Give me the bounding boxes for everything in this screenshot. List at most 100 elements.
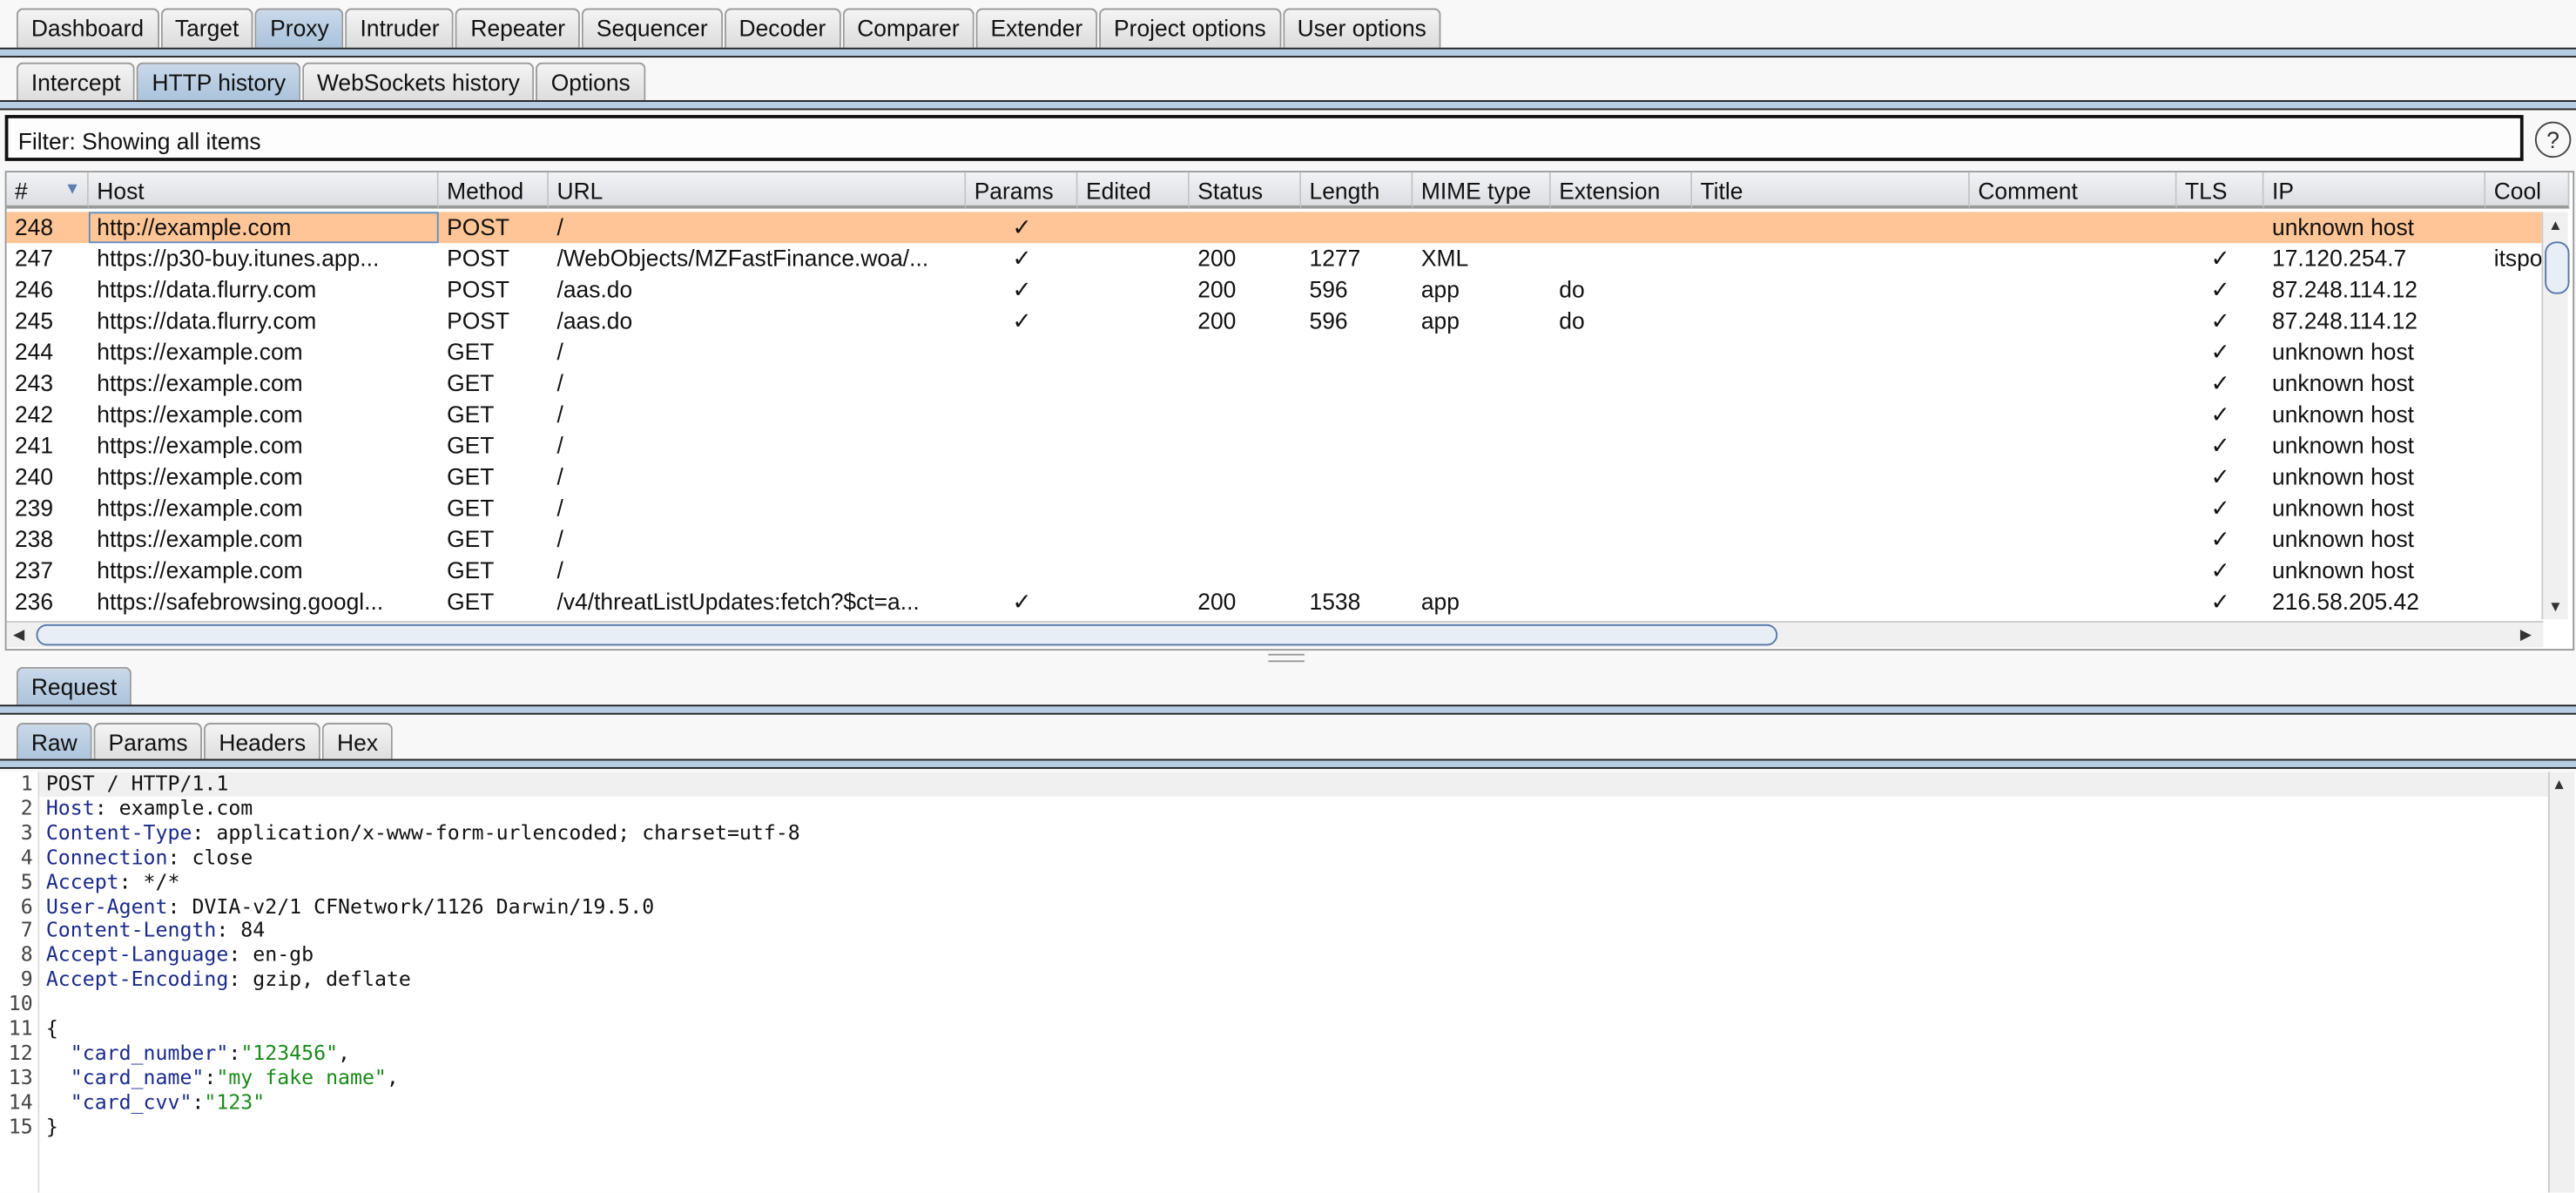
table-row[interactable]: 243 https://example.com GET / ✓ unknown host <box>7 368 2544 400</box>
table-row[interactable]: 247 https://p30-buy.itunes.app... POST/Web… <box>7 243 2544 274</box>
table-row[interactable]: 248 http://example.com POST / ✓ unknown host <box>6 212 2544 244</box>
tab-websockets-history[interactable]: WebSockets history <box>301 62 535 102</box>
column-header-label: # <box>14 177 28 204</box>
column-header[interactable]: IP <box>2263 172 2486 209</box>
column-header[interactable]: Host <box>88 172 439 209</box>
tab-headers[interactable]: Headers <box>204 723 321 763</box>
table-row[interactable]: 242 https://example.com GET / ✓ unknown host <box>7 399 2544 430</box>
table-cell: 237 <box>14 556 54 583</box>
table-row[interactable]: 239 https://example.com GET / ✓ unknown host <box>7 493 2544 524</box>
table-cell <box>1551 493 1692 524</box>
table-cell <box>1970 212 2177 243</box>
column-header[interactable]: Length <box>1301 172 1413 209</box>
tab-params[interactable]: Params <box>93 723 203 763</box>
tab-request[interactable]: Request <box>16 666 132 707</box>
sort-descending-arrow-icon[interactable]: ▼ <box>64 172 81 206</box>
tab-http-history[interactable]: HTTP history <box>137 62 301 102</box>
scrollbar-thumb[interactable] <box>2545 241 2570 294</box>
request-editor[interactable]: 1 POST / HTTP/1.1 2 Host: example.com 3 Conte… <box>0 772 2576 1193</box>
table-row[interactable]: 246 https://data.flurry.com POST/aas.do ✓ 20… <box>7 274 2544 306</box>
table-row[interactable]: 244 https://example.com GET / ✓ unknown host <box>7 337 2544 368</box>
table-cell <box>1190 212 1301 243</box>
split-pane-handle[interactable] <box>1268 653 1305 663</box>
json-value: "123456" <box>240 1041 339 1065</box>
table-cell: 241 <box>14 432 54 459</box>
table-cell <box>1301 399 1413 430</box>
table-row[interactable]: 240 https://example.com GET / ✓ unknown host <box>7 462 2544 493</box>
table-cell <box>1970 274 2177 306</box>
tab-dashboard[interactable]: Dashboard <box>16 8 159 48</box>
scroll-left-arrow-icon[interactable]: ◀ <box>13 626 24 644</box>
scrollbar-thumb[interactable] <box>36 623 1778 646</box>
vertical-scrollbar[interactable]: ▲ ▼ <box>2541 212 2570 620</box>
table-row[interactable]: 245 https://data.flurry.com POST/aas.do ✓ 20… <box>7 306 2544 337</box>
table-cell: http://example.com <box>88 212 439 244</box>
table-cell <box>1078 586 1190 617</box>
tab-proxy[interactable]: Proxy <box>255 8 344 48</box>
table-cell: https://example.com <box>97 525 303 552</box>
column-header[interactable]: Method <box>438 172 550 209</box>
column-header[interactable]: TLS <box>2176 172 2264 209</box>
table-cell <box>1692 586 1970 617</box>
table-cell: XML <box>1420 245 1469 272</box>
tab-target[interactable]: Target <box>159 8 254 48</box>
tab-options[interactable]: Options <box>536 62 645 102</box>
table-cell: ✓ <box>1012 213 1032 240</box>
code-text: POST / HTTP/1.1 <box>45 772 229 796</box>
column-header[interactable]: Params <box>966 172 1078 209</box>
table-cell <box>1692 399 1970 430</box>
table-row[interactable]: 241 https://example.com GET / ✓ unknown host <box>7 430 2544 462</box>
column-header[interactable]: URL <box>549 172 967 209</box>
column-header[interactable]: # ▼ <box>6 172 89 209</box>
column-header[interactable]: Comment <box>1969 172 2177 209</box>
line-number: 15 <box>8 1115 33 1138</box>
table-cell <box>1078 337 1190 368</box>
editor-vertical-scrollbar[interactable]: ▲ <box>2547 772 2575 1193</box>
header-value: gzip, deflate <box>240 967 411 991</box>
column-header[interactable]: Title <box>1692 172 1970 209</box>
header-name: Connection <box>45 845 168 869</box>
tab-user-options[interactable]: User options <box>1282 8 1441 48</box>
column-header[interactable]: Edited <box>1077 172 1190 209</box>
tab-intercept[interactable]: Intercept <box>16 62 136 102</box>
column-header[interactable]: Cool <box>2485 172 2570 209</box>
line-number-gutter <box>37 772 40 1193</box>
tab-project-options[interactable]: Project options <box>1099 8 1281 48</box>
table-cell: 240 <box>14 462 54 490</box>
code-line: "card_cvv":"123" <box>45 1090 266 1114</box>
json-key: "card_name" <box>45 1065 205 1089</box>
tab-decoder[interactable]: Decoder <box>724 8 841 48</box>
table-cell: ✓ <box>1012 588 1032 615</box>
json-punct: , <box>338 1041 351 1065</box>
scroll-up-arrow-icon[interactable]: ▲ <box>2548 217 2563 233</box>
tab-extender[interactable]: Extender <box>975 8 1098 48</box>
table-row[interactable]: 238 https://example.com GET / ✓ unknown host <box>7 524 2544 556</box>
table-row[interactable]: 236 https://safebrowsing.googl... GET/v4/t… <box>7 586 2544 617</box>
column-header[interactable]: MIME type <box>1413 172 1551 209</box>
tab-divider <box>0 704 2576 715</box>
table-cell: GET <box>447 494 495 522</box>
tab-raw[interactable]: Raw <box>16 723 92 763</box>
tab-comparer[interactable]: Comparer <box>842 8 974 48</box>
tab-hex[interactable]: Hex <box>322 723 394 763</box>
table-cell <box>966 556 1077 587</box>
tab-sequencer[interactable]: Sequencer <box>581 8 723 48</box>
scroll-down-arrow-icon[interactable]: ▼ <box>2548 598 2563 615</box>
table-row[interactable]: 237 https://example.com GET / ✓ unknown host <box>7 556 2544 587</box>
tab-intruder[interactable]: Intruder <box>345 8 455 48</box>
tab-repeater[interactable]: Repeater <box>455 8 581 48</box>
table-cell: 87.248.114.12 <box>2272 275 2418 303</box>
question-circle-icon[interactable]: ? <box>2534 121 2572 158</box>
horizontal-scrollbar[interactable]: ◀ ▶ <box>6 621 2544 648</box>
column-header[interactable]: Status <box>1189 172 1302 209</box>
table-cell: /aas.do <box>556 275 633 303</box>
scroll-up-arrow-icon[interactable]: ▲ <box>2555 777 2564 793</box>
column-header-label: Cool <box>2493 177 2542 204</box>
scroll-right-arrow-icon[interactable]: ▶ <box>2520 626 2532 644</box>
table-cell: / <box>556 494 563 522</box>
table-cell: unknown host <box>2272 432 2415 459</box>
table-cell <box>1078 243 1190 274</box>
column-header[interactable]: Extension <box>1550 172 1693 209</box>
filter-bar[interactable]: Filter: Showing all items <box>4 115 2524 161</box>
table-cell: 216.58.205.42 <box>2272 588 2419 615</box>
